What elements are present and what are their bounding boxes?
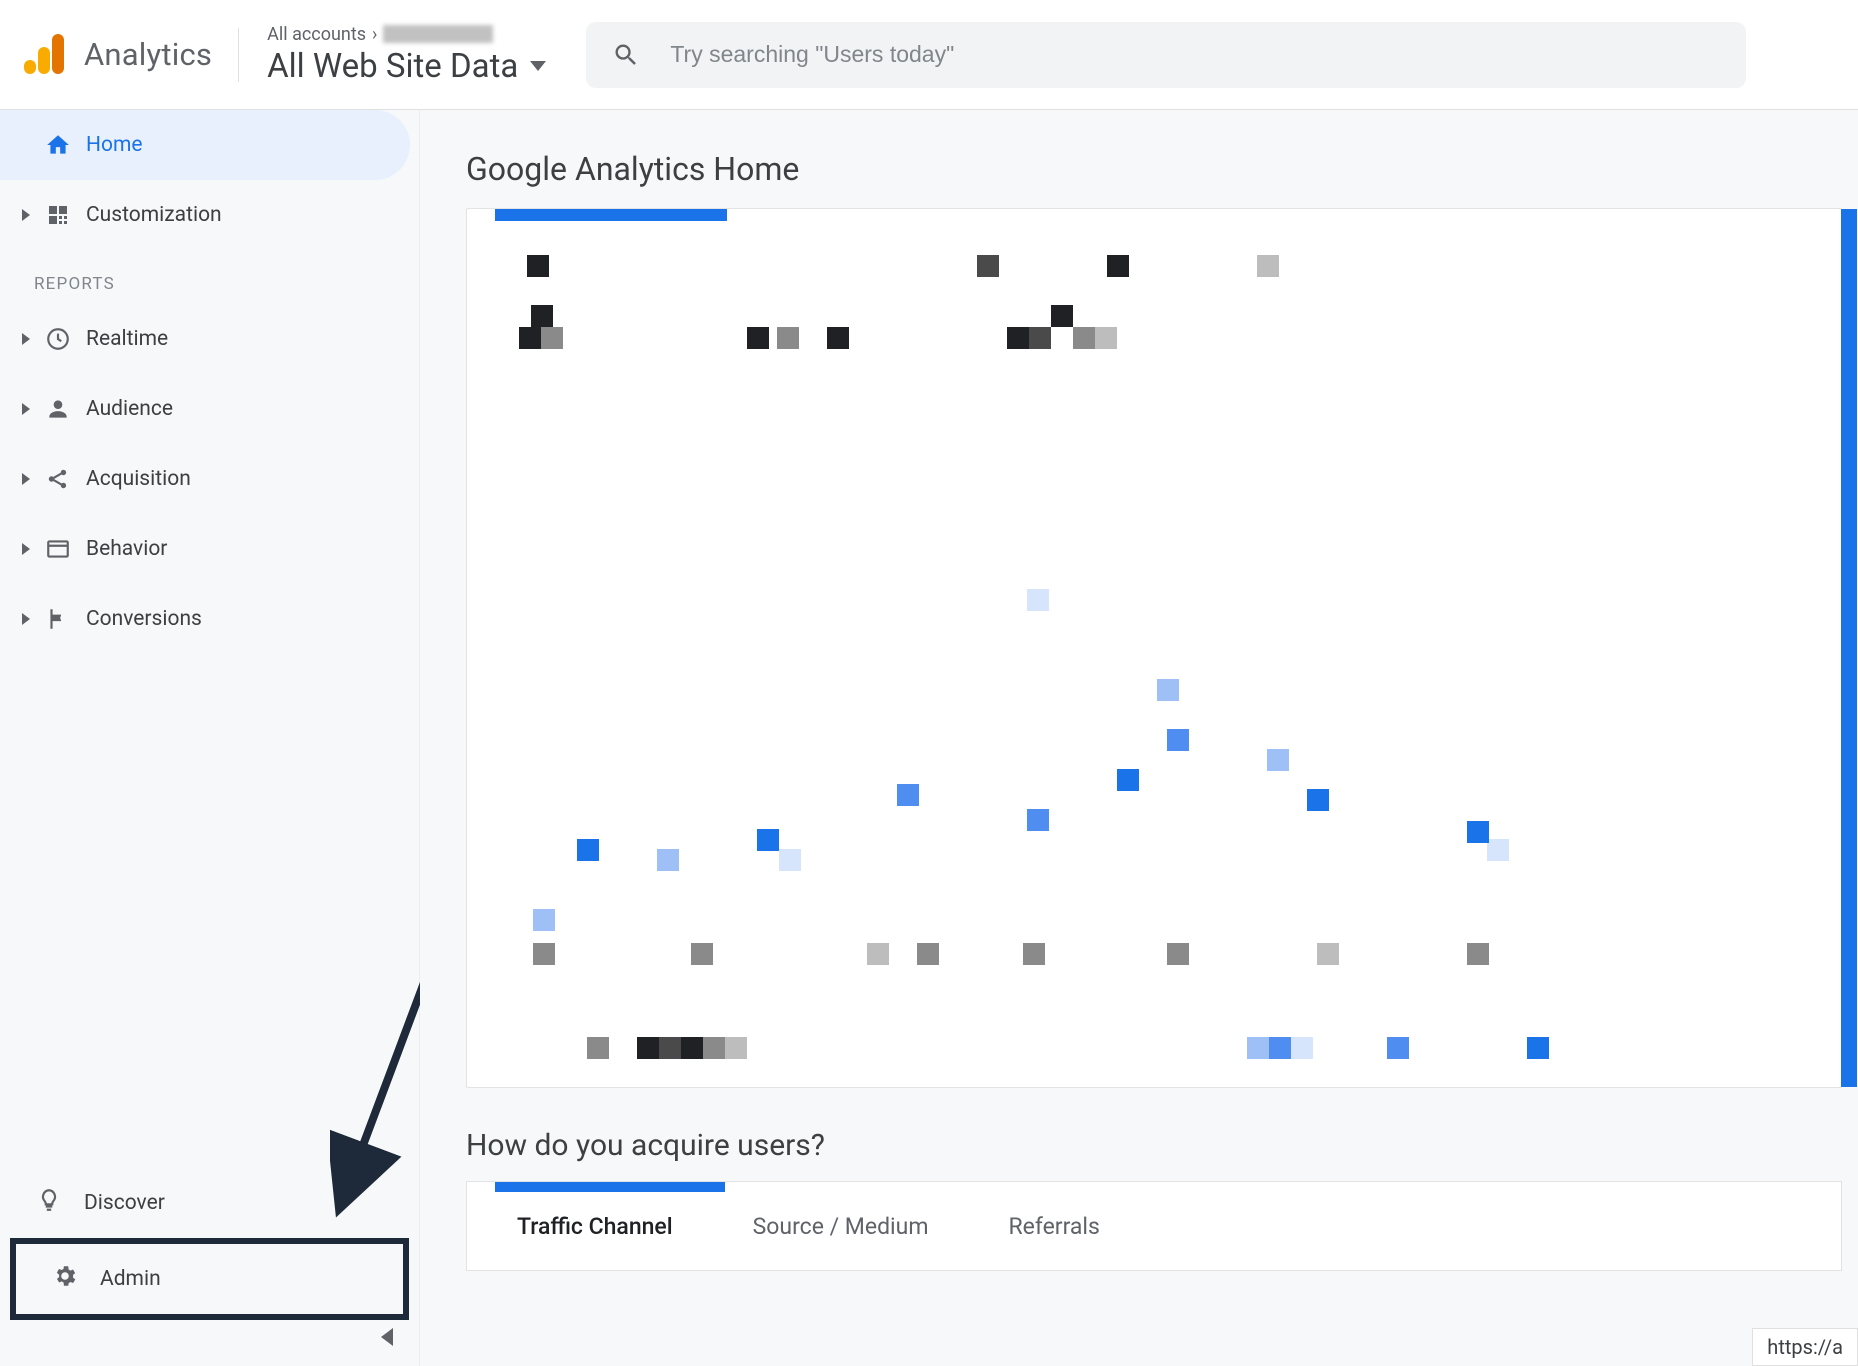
breadcrumb-sep: › (372, 24, 377, 45)
header: Analytics All accounts › All Web Site Da… (0, 0, 1858, 110)
account-name-redacted (383, 25, 493, 43)
view-picker[interactable]: All Web Site Data (267, 47, 546, 86)
bulb-icon (36, 1187, 62, 1219)
collapse-sidebar-icon[interactable] (381, 1328, 393, 1346)
flag-icon (44, 605, 72, 633)
sidebar-item-audience[interactable]: Audience (0, 374, 419, 444)
caret-down-icon (530, 61, 546, 71)
sidebar-item-label: Customization (86, 203, 222, 227)
chevron-right-icon (22, 209, 30, 221)
chevron-right-icon (22, 543, 30, 555)
overview-chart-card[interactable] (466, 208, 1842, 1088)
status-url: https://a (1752, 1328, 1858, 1366)
gear-icon (52, 1263, 78, 1295)
card-accent (495, 209, 727, 221)
breadcrumb-prefix: All accounts (267, 24, 366, 45)
search-input[interactable] (670, 41, 1720, 68)
browser-icon (44, 535, 72, 563)
tab-referrals[interactable]: Referrals (968, 1213, 1139, 1240)
acquire-tabs: Traffic Channel Source / Medium Referral… (466, 1181, 1842, 1271)
breadcrumb: All accounts › (267, 24, 546, 45)
home-icon (44, 131, 72, 159)
sidebar-item-admin[interactable]: Admin (16, 1244, 403, 1314)
analytics-logo-icon (22, 33, 66, 77)
sidebar-section-reports: REPORTS (0, 250, 419, 304)
chevron-right-icon (22, 403, 30, 415)
sidebar-item-discover[interactable]: Discover (0, 1168, 419, 1238)
tab-traffic-channel[interactable]: Traffic Channel (467, 1213, 713, 1240)
search-icon (612, 41, 640, 69)
sidebar-item-acquisition[interactable]: Acquisition (0, 444, 419, 514)
sidebar-item-label: Home (86, 133, 143, 157)
main-content: Google Analytics Home (420, 110, 1858, 1366)
sidebar-item-label: Audience (86, 397, 173, 421)
tab-source-medium[interactable]: Source / Medium (713, 1213, 969, 1240)
sidebar-item-behavior[interactable]: Behavior (0, 514, 419, 584)
search-bar[interactable] (586, 22, 1746, 88)
tab-accent (495, 1182, 725, 1192)
view-name: All Web Site Data (267, 47, 518, 86)
account-picker[interactable]: All accounts › All Web Site Data (239, 24, 546, 86)
share-icon (44, 465, 72, 493)
chevron-right-icon (22, 333, 30, 345)
sidebar-item-customization[interactable]: Customization (0, 180, 419, 250)
sidebar-item-label: Acquisition (86, 467, 191, 491)
clock-icon (44, 325, 72, 353)
sidebar: Home Customization REPORTS Realtime Audi… (0, 110, 420, 1366)
product-name: Analytics (84, 36, 212, 73)
sidebar-item-home[interactable]: Home (0, 110, 410, 180)
sidebar-item-label: Behavior (86, 537, 167, 561)
sidebar-item-label: Realtime (86, 327, 168, 351)
person-icon (44, 395, 72, 423)
page-title: Google Analytics Home (466, 150, 1842, 188)
sidebar-item-conversions[interactable]: Conversions (0, 584, 419, 654)
sidebar-item-label: Admin (100, 1267, 161, 1291)
chevron-right-icon (22, 473, 30, 485)
grid-icon (44, 201, 72, 229)
sidebar-item-label: Discover (84, 1191, 165, 1215)
admin-highlight-box: Admin (10, 1238, 409, 1320)
sidebar-item-label: Conversions (86, 607, 202, 631)
card-right-accent (1841, 209, 1857, 1087)
sidebar-item-realtime[interactable]: Realtime (0, 304, 419, 374)
acquire-title: How do you acquire users? (466, 1128, 1842, 1163)
chevron-right-icon (22, 613, 30, 625)
product-logo[interactable]: Analytics (22, 28, 239, 82)
